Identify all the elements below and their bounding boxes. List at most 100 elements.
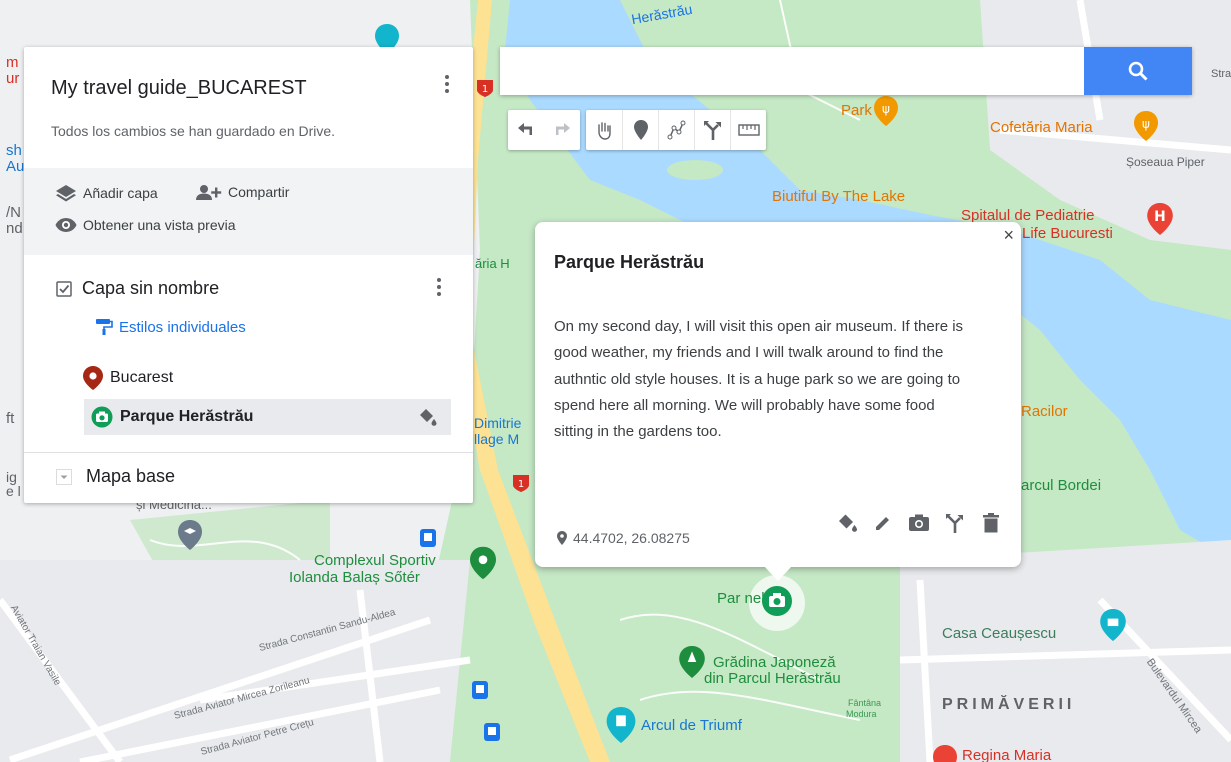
svg-text:ψ: ψ: [882, 102, 890, 116]
preview-button[interactable]: Obtener una vista previa: [55, 217, 236, 233]
directions-button[interactable]: [944, 512, 966, 534]
bus-stop-icon[interactable]: [472, 681, 488, 699]
redo-icon: [556, 123, 570, 135]
search-button[interactable]: [1084, 47, 1192, 95]
university-pin-icon[interactable]: [178, 520, 202, 550]
info-window-tail: [764, 566, 792, 581]
pencil-icon: [876, 517, 889, 530]
map-label-soseaua: Șoseaua Piper: [1126, 155, 1205, 169]
map-options-menu-icon[interactable]: [439, 73, 455, 101]
layer-options-menu-icon[interactable]: [431, 276, 447, 304]
draw-line-tool[interactable]: [658, 110, 694, 150]
preview-label: Obtener una vista previa: [83, 217, 236, 233]
layer-visibility-checkbox[interactable]: [56, 280, 72, 297]
layer-name[interactable]: Capa sin nombre: [82, 278, 219, 299]
bus-stop-icon[interactable]: [420, 529, 436, 547]
basemap-toggle[interactable]: Mapa base: [56, 466, 175, 487]
map-label-arcul: Arcul de Triumf: [641, 717, 742, 734]
feature-item-bucarest[interactable]: Bucarest: [83, 366, 173, 390]
feature-description: On my second day, I will visit this open…: [554, 318, 964, 441]
feature-item-parque-herastrau[interactable]: Parque Herăstrău: [84, 399, 451, 435]
panel-divider: [24, 452, 473, 453]
map-edge-label: sh Au: [6, 142, 25, 175]
map-label-primaverii: PRIMĂVERII: [942, 696, 1076, 713]
add-layer-button[interactable]: Añadir capa: [55, 184, 158, 202]
map-label-regina: Regina Maria: [962, 747, 1052, 762]
draw-line-icon: [667, 120, 685, 140]
style-button[interactable]: [836, 512, 858, 534]
sports-pin-icon[interactable]: [470, 546, 496, 580]
location-pin-icon: [557, 531, 567, 545]
layer-section: Capa sin nombre Estilos individuales Buc…: [24, 255, 473, 453]
edit-button[interactable]: [872, 512, 894, 534]
undo-icon: [518, 123, 532, 135]
measure-tool[interactable]: [730, 110, 766, 150]
select-hand-tool[interactable]: [586, 110, 622, 150]
feature-info-window: × Parque Herăstrău On my second day, I w…: [535, 222, 1021, 581]
basemap-label: Mapa base: [86, 466, 176, 486]
add-person-icon: [196, 185, 222, 200]
selected-camera-marker-icon[interactable]: [761, 585, 793, 617]
landmark-pin-icon[interactable]: [606, 707, 636, 743]
delete-button[interactable]: [980, 512, 1002, 534]
map-edge-label: ft: [6, 410, 15, 427]
garden-pin-icon[interactable]: [679, 646, 705, 678]
individual-styles-link[interactable]: Estilos individuales: [95, 318, 246, 336]
directions-tool[interactable]: [694, 110, 730, 150]
map-edge-label: ig e l: [6, 469, 21, 499]
add-marker-tool[interactable]: [622, 110, 658, 150]
clinic-pin-icon[interactable]: [932, 745, 958, 762]
map-label-fantana: Fântâna: [848, 698, 882, 708]
search-icon: [1128, 61, 1148, 81]
paint-bucket-icon: [839, 514, 857, 532]
feature-title: Parque Herăstrău: [554, 252, 705, 272]
search-input[interactable]: [500, 47, 1084, 95]
map-label-gradina: Grădina Japoneză: [713, 654, 836, 671]
directions-icon: [703, 121, 721, 140]
share-button[interactable]: Compartir: [196, 184, 289, 200]
undo-button[interactable]: [508, 110, 544, 150]
paint-bucket-icon[interactable]: [416, 407, 438, 427]
map-label-complexul: Complexul Sportiv: [314, 552, 436, 569]
history-tools: [508, 110, 580, 150]
edit-tools: [586, 110, 766, 150]
map-pin-icon: [83, 366, 103, 390]
map-label-parcul-bordei: arcul Bordei: [1021, 477, 1102, 494]
paint-roller-icon: [96, 319, 113, 335]
map-layers-panel: My travel guide_BUCAREST Todos los cambi…: [24, 47, 473, 503]
restaurant-pin-icon[interactable]: ψ: [874, 96, 898, 126]
map-label-village: llage M: [474, 431, 520, 447]
road-shield-icon: 1: [477, 80, 493, 97]
chevron-down-icon: [56, 468, 72, 485]
bus-stop-icon[interactable]: [484, 723, 500, 741]
map-title[interactable]: My travel guide_BUCAREST: [51, 77, 307, 100]
search-bar: [500, 47, 1192, 95]
hand-icon: [598, 122, 611, 140]
map-label-dimitrie: Dimitrie: [474, 415, 522, 431]
cafe-pin-icon[interactable]: ψ: [1134, 111, 1158, 141]
ruler-icon: [737, 124, 760, 136]
close-icon[interactable]: ×: [1003, 226, 1014, 244]
redo-button[interactable]: [544, 110, 580, 150]
svg-text:H: H: [1154, 209, 1166, 225]
trash-icon: [983, 513, 999, 533]
map-label-casa: Casa Ceaușescu: [942, 625, 1057, 642]
map-label-racilor: Racilor: [1021, 403, 1068, 420]
add-photo-button[interactable]: [908, 512, 930, 534]
coordinates-text: 44.4702, 26.08275: [573, 530, 690, 546]
svg-text:1: 1: [518, 479, 524, 490]
map-label-life: Life Bucuresti: [1022, 225, 1113, 242]
map-label-biutiful: Biutiful By The Lake: [772, 188, 906, 205]
svg-text:ψ: ψ: [1142, 117, 1150, 131]
add-layer-label: Añadir capa: [83, 185, 158, 201]
eye-icon: [55, 218, 77, 232]
camera-icon: [909, 514, 929, 531]
museum-pin-icon[interactable]: [1100, 609, 1126, 641]
feature-label: Bucarest: [110, 369, 174, 386]
map-label-stra: Stra: [1211, 68, 1231, 80]
map-label-park: Park: [841, 102, 872, 119]
layer-header: Capa sin nombre: [56, 278, 219, 299]
hospital-pin-icon[interactable]: H: [1147, 203, 1173, 235]
save-status: Todos los cambios se han guardado en Dri…: [51, 123, 336, 139]
map-label-iolanda: Iolanda Balaș Sőtér: [289, 569, 420, 586]
